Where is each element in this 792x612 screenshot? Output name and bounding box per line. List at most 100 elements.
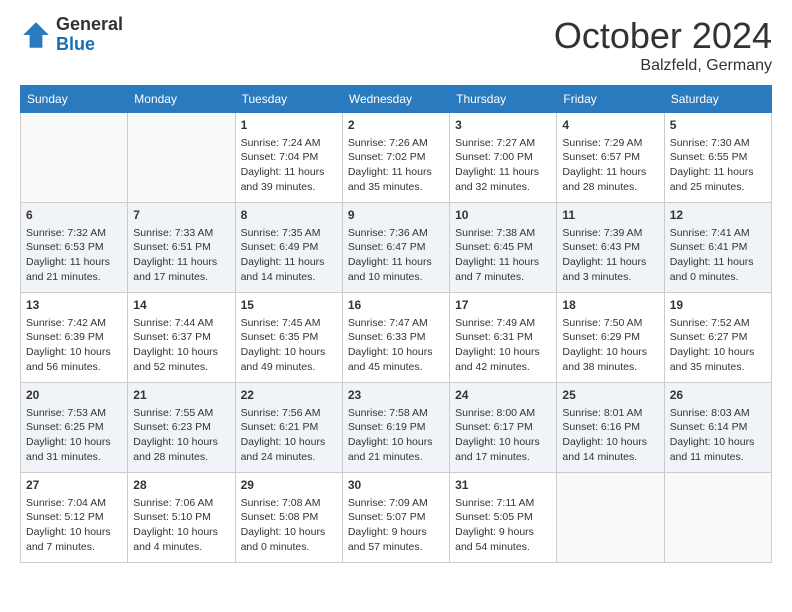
- calendar-cell: 18 Sunrise: 7:50 AMSunset: 6:29 PMDayligh…: [557, 293, 664, 383]
- page: General Blue October 2024 Balzfeld, Germ…: [0, 0, 792, 583]
- day-number: 29: [241, 477, 337, 494]
- day-number: 28: [133, 477, 229, 494]
- day-content: Sunrise: 7:08 AMSunset: 5:08 PMDaylight:…: [241, 496, 337, 555]
- month-year: October 2024: [554, 15, 772, 57]
- day-content: Sunrise: 7:33 AMSunset: 6:51 PMDaylight:…: [133, 226, 229, 285]
- day-number: 22: [241, 387, 337, 404]
- day-content: Sunrise: 7:35 AMSunset: 6:49 PMDaylight:…: [241, 226, 337, 285]
- day-number: 23: [348, 387, 444, 404]
- calendar-cell: [21, 113, 128, 203]
- calendar-cell: 25Sunrise: 8:01 AMSunset: 6:16 PMDayligh…: [557, 383, 664, 473]
- day-number: 15: [241, 297, 337, 314]
- calendar-cell: [664, 473, 771, 563]
- calendar-cell: 1 Sunrise: 7:24 AMSunset: 7:04 PMDaylight…: [235, 113, 342, 203]
- logo: General Blue: [20, 15, 123, 55]
- calendar-cell: 17 Sunrise: 7:49 AMSunset: 6:31 PMDayligh…: [450, 293, 557, 383]
- day-number: 18: [562, 297, 658, 314]
- weekday-header-thursday: Thursday: [450, 86, 557, 113]
- day-content: Sunrise: 7:49 AMSunset: 6:31 PMDaylight:…: [455, 316, 551, 375]
- calendar-table: SundayMondayTuesdayWednesdayThursdayFrid…: [20, 85, 772, 563]
- day-content: Sunrise: 7:30 AMSunset: 6:55 PMDaylight:…: [670, 136, 766, 195]
- day-number: 7: [133, 207, 229, 224]
- day-number: 31: [455, 477, 551, 494]
- calendar-week-3: 20Sunrise: 7:53 AMSunset: 6:25 PMDayligh…: [21, 383, 772, 473]
- day-number: 10: [455, 207, 551, 224]
- day-number: 14: [133, 297, 229, 314]
- weekday-header-row: SundayMondayTuesdayWednesdayThursdayFrid…: [21, 86, 772, 113]
- calendar-cell: 2Sunrise: 7:26 AMSunset: 7:02 PMDaylight…: [342, 113, 449, 203]
- calendar-cell: 6 Sunrise: 7:32 AMSunset: 6:53 PMDaylight…: [21, 203, 128, 293]
- day-content: Sunrise: 8:03 AMSunset: 6:14 PMDaylight:…: [670, 406, 766, 465]
- day-content: Sunrise: 7:55 AMSunset: 6:23 PMDaylight:…: [133, 406, 229, 465]
- calendar-cell: 20Sunrise: 7:53 AMSunset: 6:25 PMDayligh…: [21, 383, 128, 473]
- calendar-cell: 10 Sunrise: 7:38 AMSunset: 6:45 PMDayligh…: [450, 203, 557, 293]
- calendar-cell: 27Sunrise: 7:04 AMSunset: 5:12 PMDayligh…: [21, 473, 128, 563]
- weekday-header-friday: Friday: [557, 86, 664, 113]
- title-block: October 2024 Balzfeld, Germany: [554, 15, 772, 75]
- logo-general-text: General: [56, 15, 123, 35]
- location: Balzfeld, Germany: [554, 57, 772, 75]
- calendar-cell: 4Sunrise: 7:29 AMSunset: 6:57 PMDaylight…: [557, 113, 664, 203]
- day-number: 17: [455, 297, 551, 314]
- day-number: 16: [348, 297, 444, 314]
- weekday-header-saturday: Saturday: [664, 86, 771, 113]
- weekday-header-tuesday: Tuesday: [235, 86, 342, 113]
- day-number: 8: [241, 207, 337, 224]
- day-content: Sunrise: 7:45 AMSunset: 6:35 PMDaylight:…: [241, 316, 337, 375]
- calendar-cell: 24Sunrise: 8:00 AMSunset: 6:17 PMDayligh…: [450, 383, 557, 473]
- day-content: Sunrise: 7:39 AMSunset: 6:43 PMDaylight:…: [562, 226, 658, 285]
- day-content: Sunrise: 7:09 AMSunset: 5:07 PMDaylight:…: [348, 496, 444, 555]
- day-content: Sunrise: 7:04 AMSunset: 5:12 PMDaylight:…: [26, 496, 122, 555]
- calendar-cell: 16 Sunrise: 7:47 AMSunset: 6:33 PMDayligh…: [342, 293, 449, 383]
- day-number: 4: [562, 117, 658, 134]
- calendar-cell: 8 Sunrise: 7:35 AMSunset: 6:49 PMDaylight…: [235, 203, 342, 293]
- day-content: Sunrise: 7:06 AMSunset: 5:10 PMDaylight:…: [133, 496, 229, 555]
- day-content: Sunrise: 7:24 AMSunset: 7:04 PMDaylight:…: [241, 136, 337, 195]
- day-content: Sunrise: 7:50 AMSunset: 6:29 PMDaylight:…: [562, 316, 658, 375]
- day-content: Sunrise: 7:52 AMSunset: 6:27 PMDaylight:…: [670, 316, 766, 375]
- day-content: Sunrise: 7:26 AMSunset: 7:02 PMDaylight:…: [348, 136, 444, 195]
- calendar-cell: 9Sunrise: 7:36 AMSunset: 6:47 PMDaylight…: [342, 203, 449, 293]
- day-content: Sunrise: 8:00 AMSunset: 6:17 PMDaylight:…: [455, 406, 551, 465]
- calendar-cell: 5 Sunrise: 7:30 AMSunset: 6:55 PMDaylight…: [664, 113, 771, 203]
- header: General Blue October 2024 Balzfeld, Germ…: [20, 15, 772, 75]
- day-number: 12: [670, 207, 766, 224]
- day-number: 6: [26, 207, 122, 224]
- calendar-cell: 14Sunrise: 7:44 AMSunset: 6:37 PMDayligh…: [128, 293, 235, 383]
- day-content: Sunrise: 7:38 AMSunset: 6:45 PMDaylight:…: [455, 226, 551, 285]
- calendar-cell: 26 Sunrise: 8:03 AMSunset: 6:14 PMDayligh…: [664, 383, 771, 473]
- calendar-cell: 23 Sunrise: 7:58 AMSunset: 6:19 PMDayligh…: [342, 383, 449, 473]
- calendar-cell: 3 Sunrise: 7:27 AMSunset: 7:00 PMDaylight…: [450, 113, 557, 203]
- day-number: 3: [455, 117, 551, 134]
- day-content: Sunrise: 7:58 AMSunset: 6:19 PMDaylight:…: [348, 406, 444, 465]
- day-number: 1: [241, 117, 337, 134]
- calendar-cell: 19Sunrise: 7:52 AMSunset: 6:27 PMDayligh…: [664, 293, 771, 383]
- calendar-cell: 21 Sunrise: 7:55 AMSunset: 6:23 PMDayligh…: [128, 383, 235, 473]
- calendar-cell: 28 Sunrise: 7:06 AMSunset: 5:10 PMDayligh…: [128, 473, 235, 563]
- day-number: 21: [133, 387, 229, 404]
- calendar-cell: [128, 113, 235, 203]
- day-content: Sunrise: 7:56 AMSunset: 6:21 PMDaylight:…: [241, 406, 337, 465]
- logo-blue-text: Blue: [56, 35, 123, 55]
- day-content: Sunrise: 7:27 AMSunset: 7:00 PMDaylight:…: [455, 136, 551, 195]
- day-content: Sunrise: 7:47 AMSunset: 6:33 PMDaylight:…: [348, 316, 444, 375]
- day-number: 26: [670, 387, 766, 404]
- day-number: 20: [26, 387, 122, 404]
- weekday-header-monday: Monday: [128, 86, 235, 113]
- day-number: 25: [562, 387, 658, 404]
- logo-text: General Blue: [56, 15, 123, 55]
- calendar-week-4: 27Sunrise: 7:04 AMSunset: 5:12 PMDayligh…: [21, 473, 772, 563]
- day-content: Sunrise: 7:32 AMSunset: 6:53 PMDaylight:…: [26, 226, 122, 285]
- calendar-cell: 30 Sunrise: 7:09 AMSunset: 5:07 PMDayligh…: [342, 473, 449, 563]
- calendar-cell: 29 Sunrise: 7:08 AMSunset: 5:08 PMDayligh…: [235, 473, 342, 563]
- calendar-week-0: 1 Sunrise: 7:24 AMSunset: 7:04 PMDaylight…: [21, 113, 772, 203]
- day-number: 5: [670, 117, 766, 134]
- day-number: 30: [348, 477, 444, 494]
- calendar-week-2: 13 Sunrise: 7:42 AMSunset: 6:39 PMDayligh…: [21, 293, 772, 383]
- calendar-cell: 11Sunrise: 7:39 AMSunset: 6:43 PMDayligh…: [557, 203, 664, 293]
- calendar-cell: 31Sunrise: 7:11 AMSunset: 5:05 PMDayligh…: [450, 473, 557, 563]
- day-number: 13: [26, 297, 122, 314]
- calendar-cell: 7 Sunrise: 7:33 AMSunset: 6:51 PMDaylight…: [128, 203, 235, 293]
- calendar-cell: 12Sunrise: 7:41 AMSunset: 6:41 PMDayligh…: [664, 203, 771, 293]
- day-content: Sunrise: 7:42 AMSunset: 6:39 PMDaylight:…: [26, 316, 122, 375]
